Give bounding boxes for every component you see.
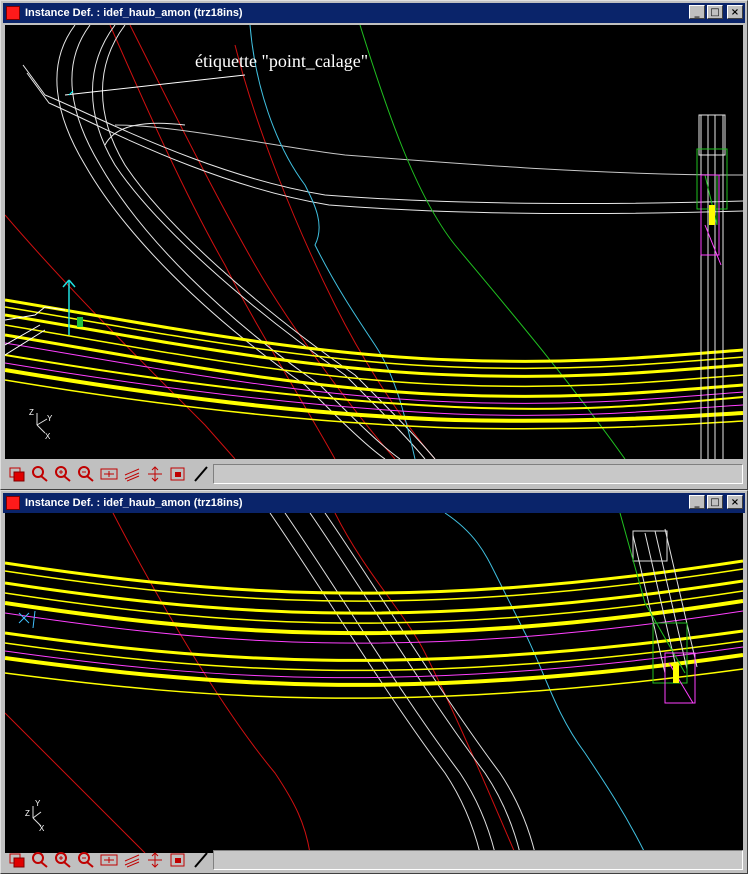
zoom-out-icon[interactable] (76, 851, 96, 869)
view-toolbar (5, 461, 743, 487)
maximize-button[interactable]: □ (707, 5, 723, 19)
title-bar[interactable]: Instance Def. : idef_haub_amon (trz18ins… (3, 3, 745, 23)
axis-triad: Z Y X (29, 408, 53, 441)
app-icon[interactable] (6, 496, 20, 510)
axis-y-label: Y (47, 414, 53, 423)
drawing-canvas[interactable]: étiquette "point_calage" Z Y X (5, 25, 743, 459)
app-icon[interactable] (6, 6, 20, 20)
window-icon[interactable] (7, 851, 27, 869)
axis-x-label: X (45, 432, 51, 441)
zoom-icon[interactable] (30, 465, 50, 483)
command-field[interactable] (213, 850, 743, 870)
view-toolbar (5, 847, 743, 873)
region-icon[interactable] (168, 851, 188, 869)
drawing-viewport[interactable]: Y Z X (5, 513, 743, 853)
layers-icon[interactable] (122, 465, 142, 483)
command-field[interactable] (213, 464, 743, 484)
maximize-button[interactable]: □ (707, 495, 723, 509)
region-icon[interactable] (168, 465, 188, 483)
title-bar[interactable]: Instance Def. : idef_haub_amon (trz18ins… (3, 493, 745, 513)
fit-view-icon[interactable] (99, 465, 119, 483)
drawing-canvas[interactable]: Y Z X (5, 513, 743, 853)
line-tool-icon[interactable] (191, 851, 211, 869)
drawing-viewport[interactable]: étiquette "point_calage" Z Y X (5, 25, 743, 459)
minimize-button[interactable]: _ (689, 495, 705, 509)
cad-window-top: Instance Def. : idef_haub_amon (trz18ins… (0, 0, 748, 490)
zoom-in-icon[interactable] (53, 851, 73, 869)
window-title: Instance Def. : idef_haub_amon (trz18ins… (25, 7, 243, 19)
close-button[interactable]: × (727, 5, 743, 19)
axis-z-label: Z (25, 809, 30, 818)
axis-y-label: Y (35, 799, 41, 808)
window-icon[interactable] (7, 465, 27, 483)
cad-window-bottom: Instance Def. : idef_haub_amon (trz18ins… (0, 490, 748, 874)
fit-view-icon[interactable] (99, 851, 119, 869)
pan-icon[interactable] (145, 851, 165, 869)
axis-triad: Y Z X (25, 799, 45, 833)
minimize-button[interactable]: _ (689, 5, 705, 19)
layers-icon[interactable] (122, 851, 142, 869)
line-tool-icon[interactable] (191, 465, 211, 483)
zoom-out-icon[interactable] (76, 465, 96, 483)
annotation-label: étiquette "point_calage" (195, 51, 368, 71)
axis-z-label: Z (29, 408, 34, 417)
close-button[interactable]: × (727, 495, 743, 509)
zoom-icon[interactable] (30, 851, 50, 869)
axis-x-label: X (39, 824, 45, 833)
pan-icon[interactable] (145, 465, 165, 483)
window-title: Instance Def. : idef_haub_amon (trz18ins… (25, 497, 243, 509)
zoom-in-icon[interactable] (53, 465, 73, 483)
